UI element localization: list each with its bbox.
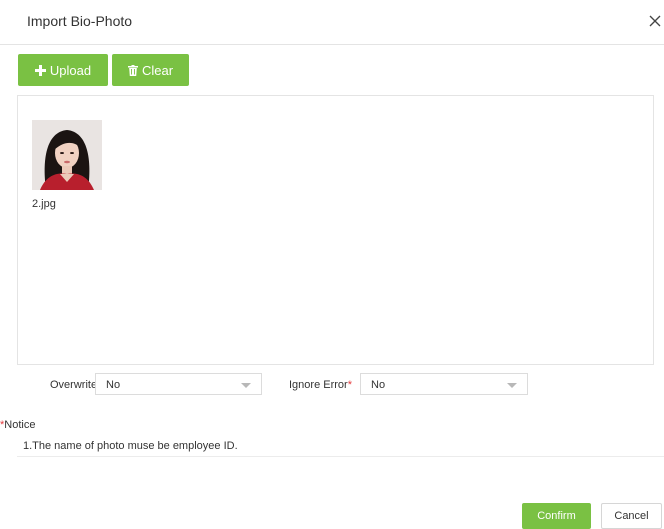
- photo-upload-area[interactable]: 2.jpg: [17, 95, 654, 365]
- chevron-down-icon: [241, 383, 251, 388]
- trash-icon: [127, 64, 138, 76]
- overwrite-label: Overwrite*: [50, 379, 101, 391]
- required-mark: *: [347, 379, 352, 391]
- overwrite-label-text: Overwrite: [50, 379, 98, 391]
- clear-button-label: Clear: [141, 62, 174, 78]
- notice-heading: *Notice: [0, 419, 35, 431]
- photo-thumbnail[interactable]: [32, 120, 102, 190]
- import-bio-photo-dialog: Import Bio-Photo Upload Clear 2.jpg Over…: [0, 0, 664, 529]
- photo-filename: 2.jpg: [32, 198, 56, 210]
- ignore-error-label: Ignore Error*: [289, 379, 352, 391]
- close-icon[interactable]: [648, 14, 662, 28]
- chevron-down-icon: [507, 383, 517, 388]
- ignore-error-label-text: Ignore Error: [289, 379, 348, 391]
- ignore-error-row: Ignore Error* No: [280, 373, 540, 397]
- cancel-button[interactable]: Cancel: [601, 503, 662, 529]
- ignore-error-select[interactable]: No: [360, 373, 528, 395]
- notice-title: Notice: [4, 419, 36, 431]
- overwrite-select[interactable]: No: [95, 373, 262, 395]
- upload-button[interactable]: Upload: [18, 54, 108, 86]
- upload-button-label: Upload: [49, 62, 92, 78]
- clear-button[interactable]: Clear: [112, 54, 189, 86]
- plus-icon: [34, 64, 46, 76]
- divider: [17, 456, 664, 457]
- overwrite-value: No: [106, 379, 121, 391]
- ignore-error-value: No: [371, 379, 386, 391]
- confirm-button[interactable]: Confirm: [522, 503, 591, 529]
- dialog-header: Import Bio-Photo: [0, 0, 664, 45]
- notice-text: 1.The name of photo muse be employee ID.: [23, 440, 238, 452]
- overwrite-row: Overwrite* No: [0, 373, 300, 397]
- dialog-title: Import Bio-Photo: [27, 13, 133, 29]
